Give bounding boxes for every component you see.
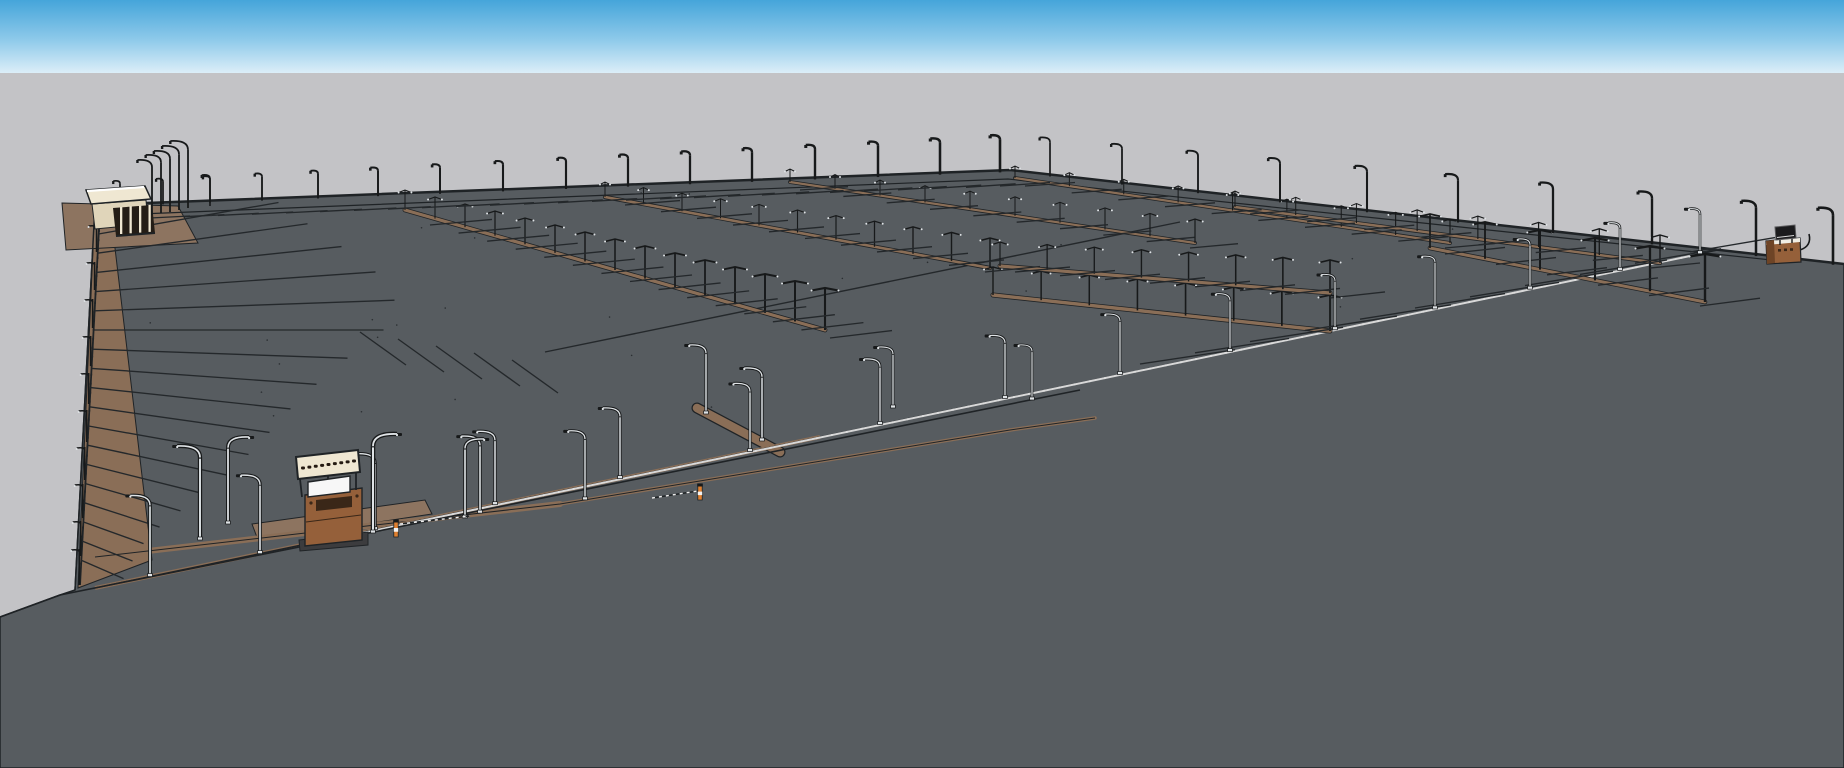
- parking-lot-ground: [0, 170, 1844, 768]
- entry-kiosk: [296, 450, 368, 551]
- sky: [0, 0, 1844, 73]
- 3d-viewport[interactable]: [0, 0, 1844, 768]
- parking-lot-3d-scene: [0, 0, 1844, 768]
